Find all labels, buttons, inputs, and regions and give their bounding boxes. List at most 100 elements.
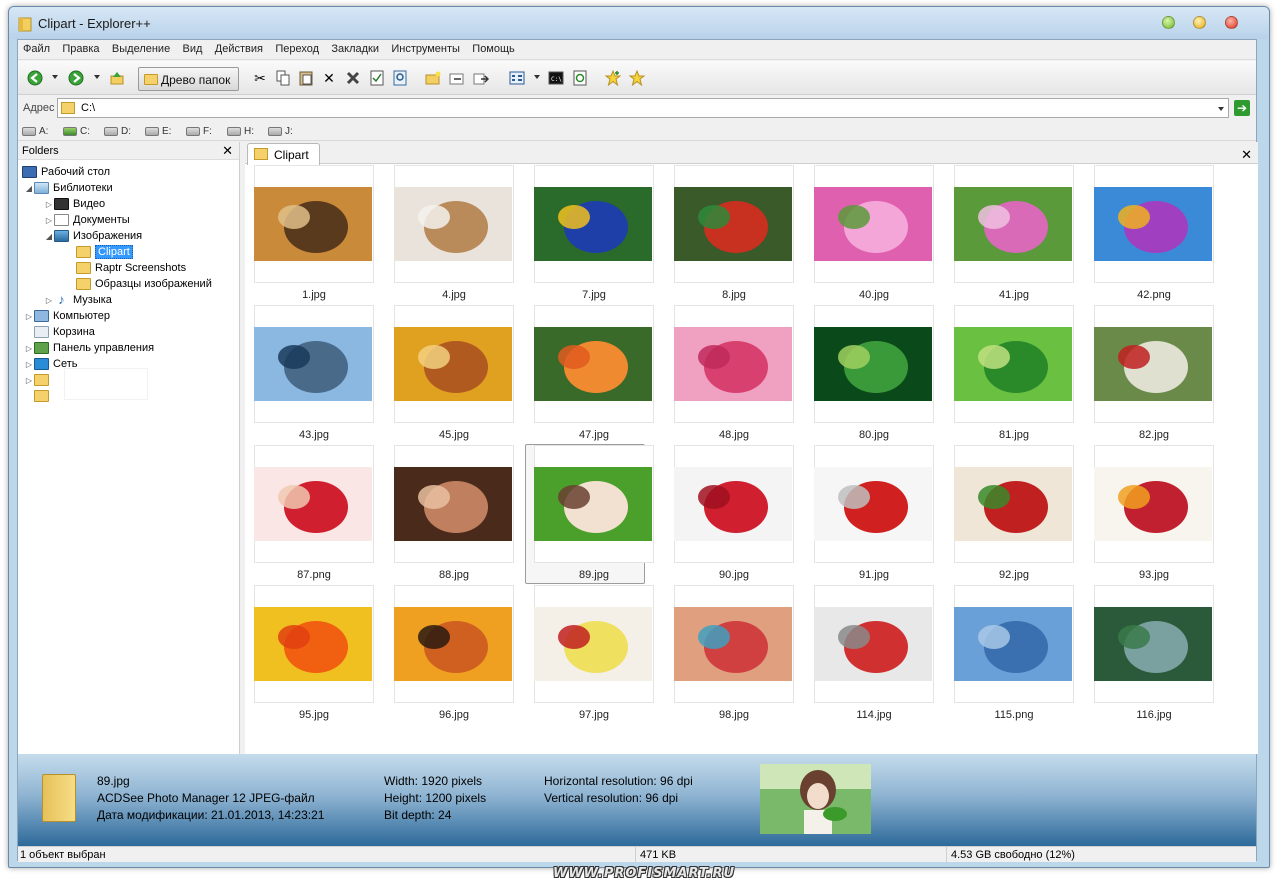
- collapsed-arrow-icon[interactable]: ▷: [44, 296, 54, 305]
- file-item[interactable]: 43.jpg: [245, 304, 374, 444]
- menu-selection[interactable]: Выделение: [107, 40, 174, 55]
- title-bar[interactable]: Clipart - Explorer++: [9, 7, 1269, 39]
- menu-go[interactable]: Переход: [270, 40, 323, 55]
- file-item[interactable]: 91.jpg: [805, 444, 934, 584]
- file-item[interactable]: 92.jpg: [945, 444, 1074, 584]
- up-folder-icon[interactable]: [108, 69, 126, 87]
- tree-item-libraries[interactable]: ◢ Библиотеки: [24, 180, 113, 196]
- drive-f[interactable]: F:: [186, 124, 212, 138]
- collapsed-arrow-icon[interactable]: ▷: [24, 376, 34, 385]
- maximize-button[interactable]: [1193, 16, 1206, 29]
- file-item[interactable]: 80.jpg: [805, 304, 934, 444]
- file-item[interactable]: 95.jpg: [245, 584, 374, 724]
- drive-d[interactable]: D:: [104, 124, 131, 138]
- new-folder-icon[interactable]: [424, 69, 442, 87]
- drive-e[interactable]: E:: [145, 124, 171, 138]
- back-dropdown-icon[interactable]: [52, 75, 58, 79]
- tree-item-music[interactable]: ▷ ♪ Музыка: [44, 292, 112, 308]
- move-icon[interactable]: ✕: [320, 69, 338, 87]
- tree-item-desktop[interactable]: Рабочий стол: [22, 164, 110, 180]
- drive-a[interactable]: A:: [22, 124, 48, 138]
- file-item[interactable]: 114.jpg: [805, 584, 934, 724]
- file-item[interactable]: 1.jpg: [245, 164, 374, 304]
- command-prompt-icon[interactable]: C:\: [547, 69, 565, 87]
- tree-item-recycle-bin[interactable]: Корзина: [34, 324, 95, 340]
- file-item[interactable]: 8.jpg: [665, 164, 794, 304]
- tree-item-samples[interactable]: Образцы изображений: [76, 276, 212, 292]
- tree-item-video[interactable]: ▷ Видео: [44, 196, 105, 212]
- file-item[interactable]: 42.png: [1085, 164, 1214, 304]
- details-bit-depth: Bit depth: 24: [384, 808, 452, 822]
- file-item[interactable]: 4.jpg: [385, 164, 514, 304]
- tree-item-computer[interactable]: ▷ Компьютер: [24, 308, 110, 324]
- close-tab-icon[interactable]: ✕: [1241, 147, 1252, 163]
- file-item[interactable]: 98.jpg: [665, 584, 794, 724]
- expanded-arrow-icon[interactable]: ◢: [44, 232, 54, 241]
- file-item[interactable]: 48.jpg: [665, 304, 794, 444]
- tree-item-raptr[interactable]: Raptr Screenshots: [76, 260, 186, 276]
- drive-j[interactable]: J:: [268, 124, 293, 138]
- paste-icon[interactable]: [297, 69, 315, 87]
- go-arrow-icon[interactable]: ➔: [1234, 100, 1250, 116]
- copy-icon[interactable]: [274, 69, 292, 87]
- drive-h[interactable]: H:: [227, 124, 254, 138]
- menu-edit[interactable]: Правка: [57, 40, 103, 55]
- collapsed-arrow-icon[interactable]: ▷: [44, 200, 54, 209]
- close-button[interactable]: [1225, 16, 1238, 29]
- file-item[interactable]: 115.png: [945, 584, 1074, 724]
- address-dropdown-icon[interactable]: [1218, 107, 1224, 111]
- collapsed-arrow-icon[interactable]: ▷: [24, 360, 34, 369]
- file-item[interactable]: 89.jpg: [525, 444, 654, 584]
- drive-c[interactable]: C:: [63, 124, 90, 138]
- tree-item-user[interactable]: ▷: [24, 372, 53, 388]
- minimize-button[interactable]: [1162, 16, 1175, 29]
- menu-bookmarks[interactable]: Закладки: [326, 40, 383, 55]
- file-item[interactable]: 116.jpg: [1085, 584, 1214, 724]
- file-item[interactable]: 96.jpg: [385, 584, 514, 724]
- menu-tools[interactable]: Инструменты: [386, 40, 464, 55]
- back-icon[interactable]: [26, 69, 44, 87]
- refresh-icon[interactable]: [571, 69, 589, 87]
- file-item[interactable]: 97.jpg: [525, 584, 654, 724]
- tab-clipart[interactable]: Clipart: [247, 143, 320, 165]
- collapsed-arrow-icon[interactable]: ▷: [24, 312, 34, 321]
- copy-to-icon[interactable]: [448, 69, 466, 87]
- menu-actions[interactable]: Действия: [210, 40, 267, 55]
- tree-item-control-panel[interactable]: ▷ Панель управления: [24, 340, 154, 356]
- file-item[interactable]: 40.jpg: [805, 164, 934, 304]
- file-item[interactable]: 45.jpg: [385, 304, 514, 444]
- file-item[interactable]: 82.jpg: [1085, 304, 1214, 444]
- collapsed-arrow-icon[interactable]: ▷: [44, 216, 54, 225]
- tree-item-pictures[interactable]: ◢ Изображения: [44, 228, 142, 244]
- tree-item-folder[interactable]: [34, 388, 53, 404]
- views-dropdown-icon[interactable]: [534, 75, 540, 79]
- tree-item-clipart[interactable]: Clipart: [76, 244, 133, 260]
- forward-icon[interactable]: [67, 69, 85, 87]
- move-to-icon[interactable]: [472, 69, 490, 87]
- menu-file[interactable]: Файл: [18, 40, 54, 55]
- bookmark-add-icon[interactable]: [604, 69, 622, 87]
- cut-icon[interactable]: ✂: [251, 69, 269, 87]
- search-icon[interactable]: [391, 69, 409, 87]
- file-item[interactable]: 41.jpg: [945, 164, 1074, 304]
- folder-tree-button[interactable]: Древо папок: [138, 67, 239, 91]
- views-icon[interactable]: [508, 69, 526, 87]
- file-item[interactable]: 7.jpg: [525, 164, 654, 304]
- address-input[interactable]: C:\: [57, 98, 1229, 118]
- file-item[interactable]: 87.png: [245, 444, 374, 584]
- file-item[interactable]: 47.jpg: [525, 304, 654, 444]
- close-folders-icon[interactable]: ✕: [222, 143, 233, 159]
- menu-view[interactable]: Вид: [178, 40, 207, 55]
- expanded-arrow-icon[interactable]: ◢: [24, 184, 34, 193]
- tree-item-documents[interactable]: ▷ Документы: [44, 212, 130, 228]
- collapsed-arrow-icon[interactable]: ▷: [24, 344, 34, 353]
- forward-dropdown-icon[interactable]: [94, 75, 100, 79]
- properties-icon[interactable]: [368, 69, 386, 87]
- menu-help[interactable]: Помощь: [467, 40, 519, 55]
- file-item[interactable]: 90.jpg: [665, 444, 794, 584]
- bookmarks-icon[interactable]: [628, 69, 646, 87]
- delete-icon[interactable]: [344, 69, 362, 87]
- file-item[interactable]: 88.jpg: [385, 444, 514, 584]
- file-item[interactable]: 81.jpg: [945, 304, 1074, 444]
- file-item[interactable]: 93.jpg: [1085, 444, 1214, 584]
